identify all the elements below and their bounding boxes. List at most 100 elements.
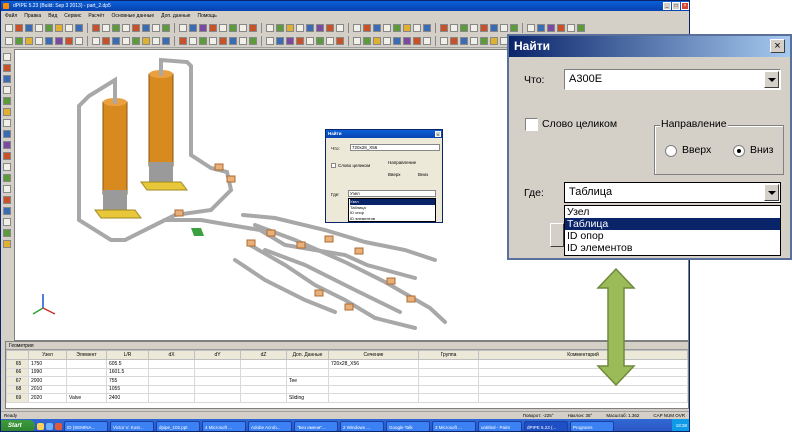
toolbar-button-icon[interactable] (219, 37, 227, 45)
toolbar-button-icon[interactable] (510, 23, 518, 32)
quicklaunch-icon[interactable] (46, 422, 53, 430)
toolbar-button-icon[interactable] (393, 23, 401, 32)
toolbar-button-icon[interactable] (557, 23, 565, 32)
toolbar-button-icon[interactable] (490, 23, 498, 32)
left-tool-icon[interactable] (3, 152, 11, 160)
row-number[interactable]: 69 (6, 393, 29, 403)
where-option-table[interactable]: Таблица (565, 218, 780, 230)
left-tool-icon[interactable] (3, 141, 11, 149)
table-cell[interactable] (240, 367, 287, 377)
taskbar-item[interactable]: dpipe_102.ppt (156, 420, 200, 431)
close-button[interactable]: × (681, 2, 689, 10)
direction-up-radio[interactable] (665, 145, 677, 157)
toolbar-button-icon[interactable] (296, 23, 304, 32)
toolbar-button-icon[interactable] (92, 23, 100, 32)
toolbar-button-icon[interactable] (470, 23, 478, 32)
table-cell[interactable] (478, 384, 688, 394)
column-header[interactable]: Комментарий (478, 350, 688, 360)
toolbar-button-icon[interactable] (15, 37, 23, 45)
table-cell[interactable] (286, 384, 329, 394)
toolbar-button-icon[interactable] (112, 37, 120, 45)
toolbar-button-icon[interactable] (440, 23, 448, 32)
left-tool-icon[interactable] (3, 86, 11, 94)
toolbar-button-icon[interactable] (373, 37, 381, 45)
left-tool-icon[interactable] (3, 174, 11, 182)
table-cell[interactable] (286, 359, 329, 369)
toolbar-button-icon[interactable] (383, 37, 391, 45)
table-cell[interactable]: Tee (286, 376, 329, 386)
toolbar-button-icon[interactable] (460, 23, 468, 32)
column-header[interactable]: dZ (240, 350, 287, 360)
table-cell[interactable] (148, 393, 195, 403)
toolbar-button-icon[interactable] (35, 37, 43, 45)
toolbar-button-icon[interactable] (413, 23, 421, 32)
taskbar-item[interactable]: "Без имени"... (294, 420, 338, 431)
toolbar-button-icon[interactable] (122, 23, 130, 32)
table-cell[interactable] (194, 359, 241, 369)
toolbar-button-icon[interactable] (373, 23, 381, 32)
toolbar-button-icon[interactable] (383, 23, 391, 32)
left-tool-icon[interactable] (3, 108, 11, 116)
where-option-element-id[interactable]: ID элементов (565, 242, 780, 254)
table-cell[interactable]: 1055 (106, 384, 149, 394)
table-cell[interactable]: 2000 (28, 376, 67, 386)
taskbar-item[interactable]: 2 Windows ... (340, 420, 384, 431)
toolbar-button-icon[interactable] (229, 23, 237, 32)
toolbar-button-icon[interactable] (306, 23, 314, 32)
table-cell[interactable] (148, 384, 195, 394)
taskbar-item[interactable]: Programs (570, 420, 614, 431)
toolbar-button-icon[interactable] (249, 23, 257, 32)
table-cell[interactable] (194, 376, 241, 386)
toolbar-button-icon[interactable] (132, 23, 140, 32)
taskbar-item[interactable]: untitled - Paint (478, 420, 522, 431)
maximize-button[interactable]: □ (672, 2, 680, 10)
column-header[interactable]: Группа (418, 350, 479, 360)
toolbar-button-icon[interactable] (460, 37, 468, 45)
column-header[interactable]: L/R (106, 350, 149, 360)
toolbar-button-icon[interactable] (179, 37, 187, 45)
toolbar-button-icon[interactable] (403, 37, 411, 45)
toolbar-button-icon[interactable] (92, 37, 100, 45)
left-tool-icon[interactable] (3, 64, 11, 72)
toolbar-button-icon[interactable] (45, 37, 53, 45)
toolbar-button-icon[interactable] (45, 23, 53, 32)
where-combo[interactable]: Таблица (564, 182, 781, 203)
toolbar-button-icon[interactable] (577, 23, 585, 32)
table-cell[interactable] (240, 359, 287, 369)
toolbar-button-icon[interactable] (209, 37, 217, 45)
toolbar-button-icon[interactable] (229, 37, 237, 45)
menu-file[interactable]: Файл (5, 11, 17, 21)
left-tool-icon[interactable] (3, 75, 11, 83)
taskbar-item[interactable]: 4 Microsoft ... (202, 420, 246, 431)
where-select-small[interactable]: Узел (348, 190, 436, 197)
column-header[interactable]: Элемент (66, 350, 107, 360)
table-cell[interactable]: 2400 (106, 393, 149, 403)
column-header[interactable]: dY (194, 350, 241, 360)
toolbar-button-icon[interactable] (142, 37, 150, 45)
row-number[interactable]: 68 (6, 384, 29, 394)
table-cell[interactable] (194, 393, 241, 403)
quicklaunch-icon[interactable] (37, 422, 44, 430)
toolbar-button-icon[interactable] (122, 37, 130, 45)
where-option-support-id[interactable]: ID опор (565, 230, 780, 242)
table-cell[interactable] (418, 384, 479, 394)
toolbar-button-icon[interactable] (75, 37, 83, 45)
toolbar-button-icon[interactable] (209, 23, 217, 32)
table-cell[interactable]: 1750 (28, 359, 67, 369)
table-row[interactable]: 68 2010 1055 (6, 384, 688, 394)
toolbar-button-icon[interactable] (239, 23, 247, 32)
left-tool-icon[interactable] (3, 163, 11, 171)
toolbar-button-icon[interactable] (306, 37, 314, 45)
toolbar-button-icon[interactable] (567, 23, 575, 32)
toolbar-button-icon[interactable] (65, 37, 73, 45)
menu-view[interactable]: Вид (48, 11, 57, 21)
toolbar-button-icon[interactable] (276, 37, 284, 45)
toolbar-button-icon[interactable] (112, 23, 120, 32)
row-number[interactable]: 67 (6, 376, 29, 386)
left-tool-icon[interactable] (3, 229, 11, 237)
toolbar-button-icon[interactable] (286, 23, 294, 32)
toolbar-button-icon[interactable] (199, 37, 207, 45)
toolbar-button-icon[interactable] (55, 37, 63, 45)
table-cell[interactable] (240, 384, 287, 394)
toolbar-button-icon[interactable] (413, 37, 421, 45)
